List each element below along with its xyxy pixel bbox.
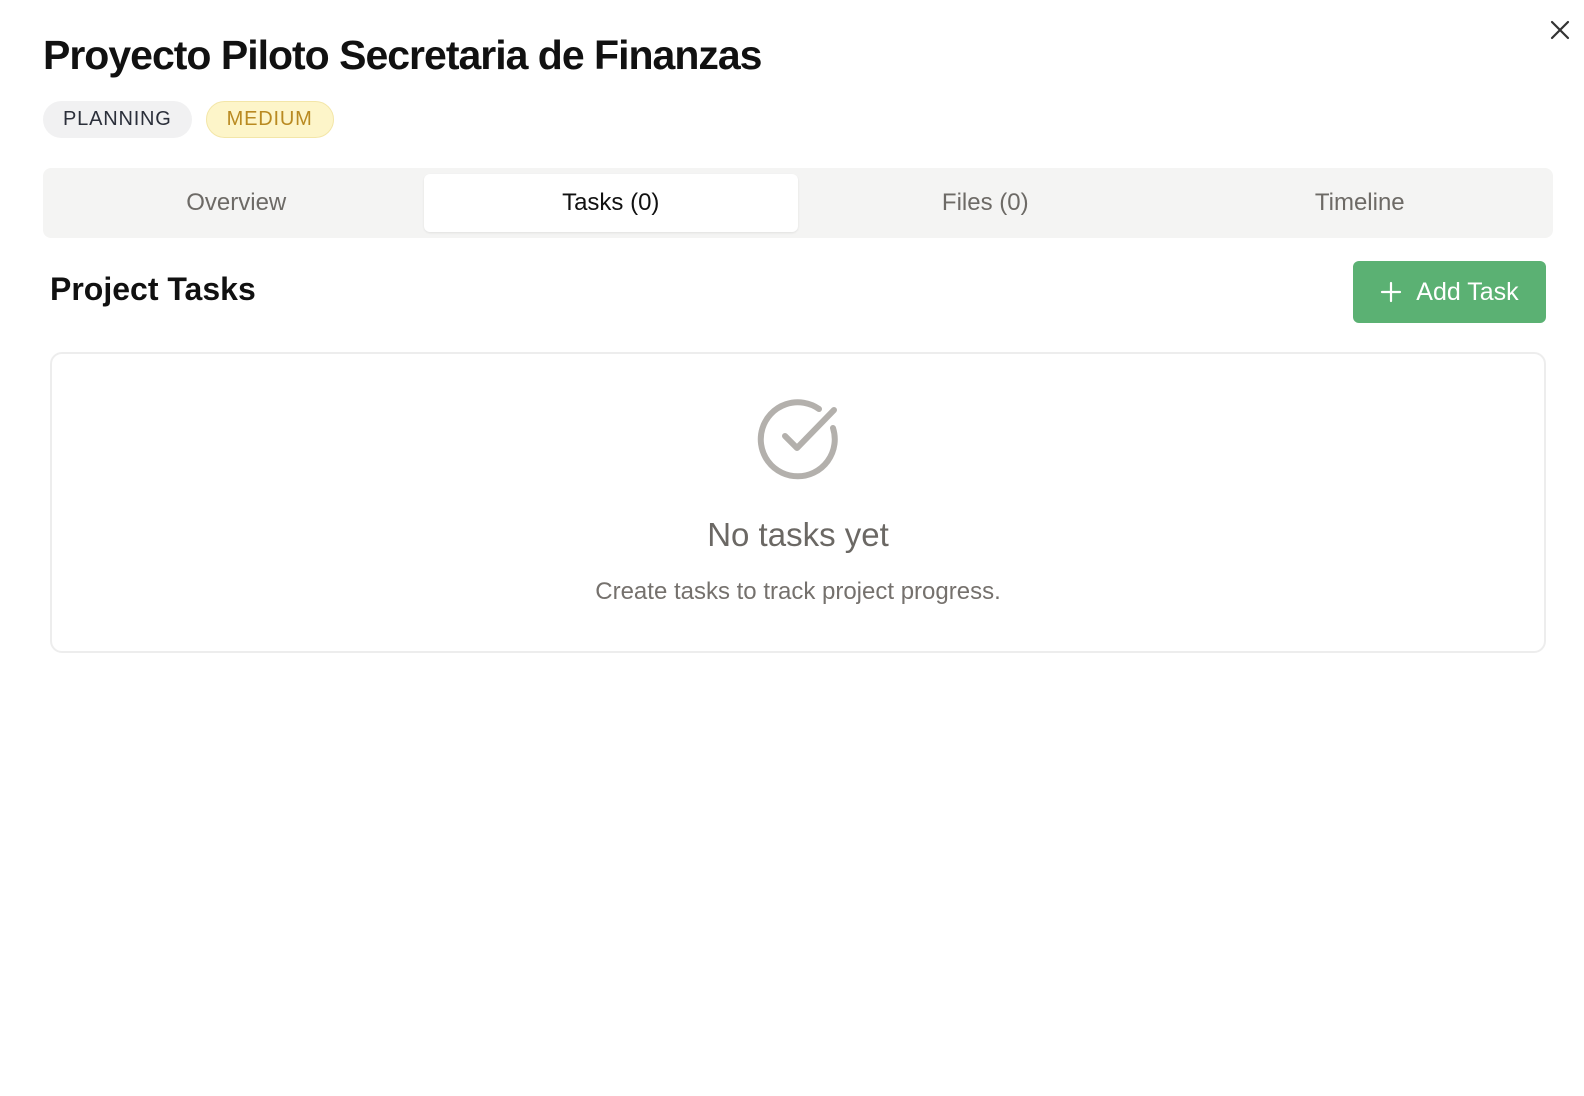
tab-overview[interactable]: Overview — [49, 174, 424, 232]
empty-state-title: No tasks yet — [707, 516, 889, 553]
badge-row: PLANNING MEDIUM — [43, 101, 334, 138]
status-badge: PLANNING — [43, 101, 192, 138]
add-task-label: Add Task — [1416, 277, 1519, 306]
project-title: Proyecto Piloto Secretaria de Finanzas — [43, 32, 762, 78]
tab-files[interactable]: Files (0) — [798, 174, 1173, 232]
add-task-button[interactable]: Add Task — [1353, 261, 1546, 323]
check-circle-icon — [757, 399, 838, 480]
plus-icon — [1380, 281, 1402, 303]
tab-bar: Overview Tasks (0) Files (0) Timeline — [43, 168, 1553, 238]
close-button[interactable] — [1544, 14, 1576, 46]
empty-state-subtitle: Create tasks to track project progress. — [595, 578, 1001, 605]
section-title: Project Tasks — [50, 271, 256, 307]
close-icon — [1550, 20, 1570, 40]
project-detail-modal: Proyecto Piloto Secretaria de Finanzas P… — [0, 0, 1584, 1096]
tab-tasks[interactable]: Tasks (0) — [423, 174, 798, 232]
empty-state-card: No tasks yet Create tasks to track proje… — [50, 352, 1546, 653]
priority-badge: MEDIUM — [205, 101, 334, 138]
tab-timeline[interactable]: Timeline — [1173, 174, 1548, 232]
